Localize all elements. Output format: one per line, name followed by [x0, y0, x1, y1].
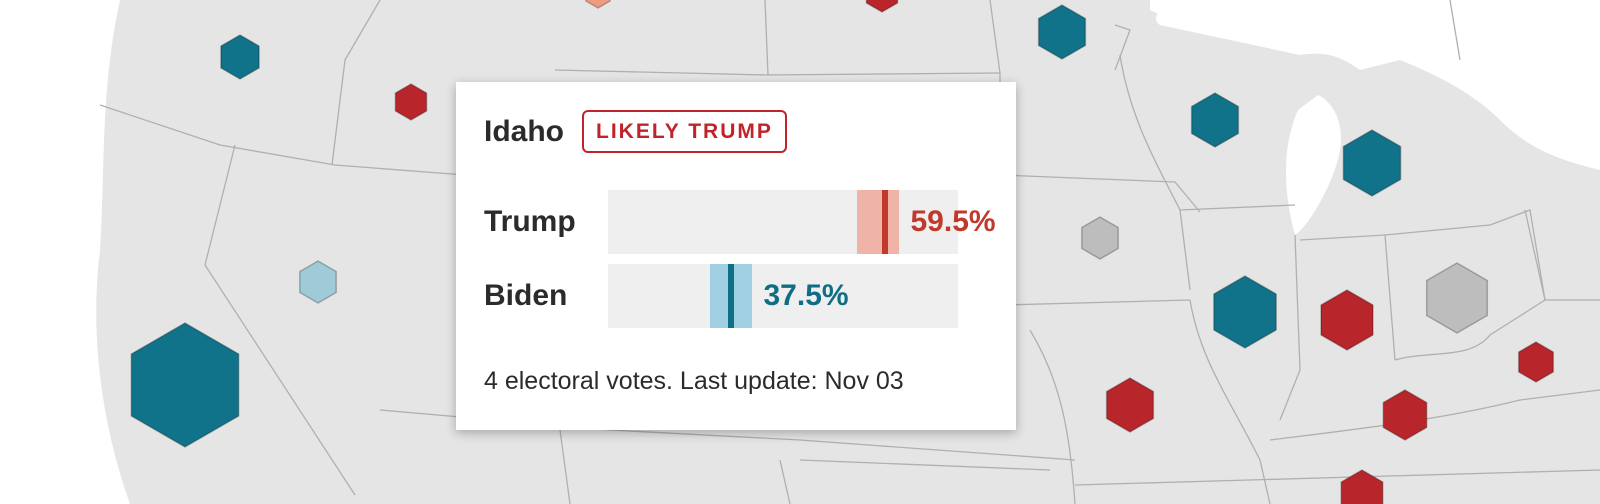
tooltip-header: Idaho LIKELY TRUMP: [484, 110, 787, 153]
rating-badge: LIKELY TRUMP: [582, 110, 787, 153]
election-map-view: Idaho LIKELY TRUMP Trump 59.5% Biden 37.…: [0, 0, 1600, 504]
vote-share-label: 37.5%: [763, 279, 849, 312]
vote-share-bar: 59.5%: [608, 190, 996, 254]
candidate-row-biden: Biden 37.5%: [484, 264, 958, 328]
candidate-name: Trump: [484, 205, 576, 238]
vote-share-marker: [727, 264, 734, 328]
forecast-range: [856, 190, 899, 254]
state-name: Idaho: [484, 114, 564, 148]
vote-share-marker: [881, 190, 888, 254]
state-tooltip: Idaho LIKELY TRUMP Trump 59.5% Biden 37.…: [456, 82, 1016, 430]
vote-share-bar: 37.5%: [608, 264, 958, 328]
vote-share-label: 59.5%: [910, 205, 996, 238]
candidate-name: Biden: [484, 279, 568, 312]
tooltip-footnote: 4 electoral votes. Last update: Nov 03: [484, 367, 904, 395]
candidate-row-trump: Trump 59.5%: [484, 190, 996, 254]
